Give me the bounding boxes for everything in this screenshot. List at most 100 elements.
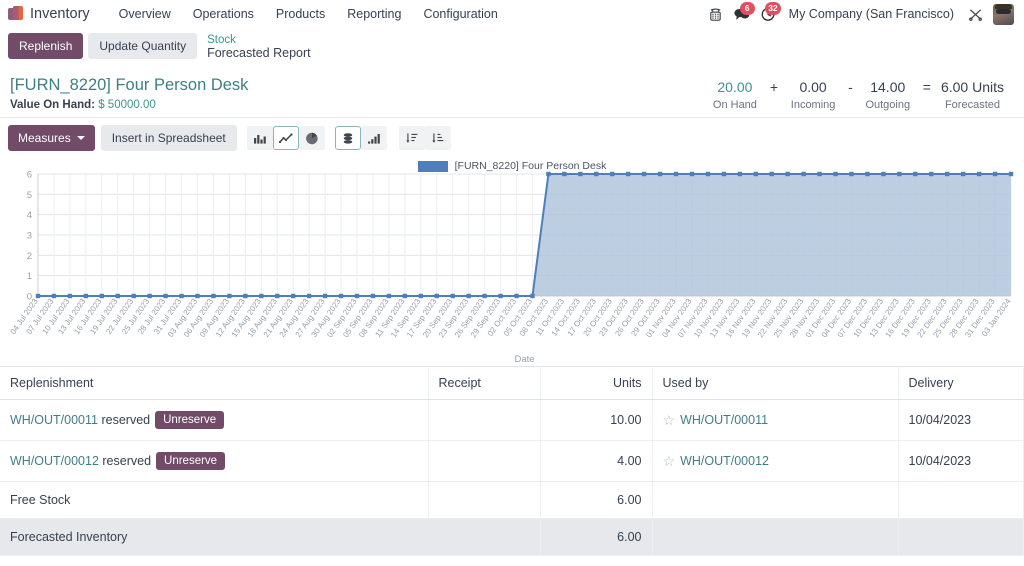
used-by-link[interactable]: WH/OUT/00011	[680, 413, 768, 427]
cell-units: 6.00	[540, 482, 652, 519]
replenish-button[interactable]: Replenish	[8, 33, 83, 59]
operator-equals: =	[919, 78, 935, 96]
cell-delivery	[898, 519, 1024, 556]
table-head: Replenishment Receipt Units Used by Deli…	[0, 367, 1024, 400]
cell-replenishment: WH/OUT/00011 reservedUnreserve	[0, 400, 428, 441]
chat-bubble-icon[interactable]: 6	[729, 3, 755, 25]
table-row[interactable]: WH/OUT/00012 reservedUnreserve 4.00 ☆ WH/OU…	[0, 441, 1024, 482]
update-quantity-button[interactable]: Update Quantity	[88, 33, 197, 59]
insert-in-spreadsheet-button[interactable]: Insert in Spreadsheet	[101, 125, 237, 151]
menu-item-products[interactable]: Products	[265, 3, 336, 25]
messages-badge: 6	[740, 2, 755, 15]
page-title[interactable]: [FURN_8220] Four Person Desk	[10, 76, 704, 95]
menu-item-operations[interactable]: Operations	[182, 3, 265, 25]
cell-used-by: ☆ WH/OUT/00012	[652, 441, 898, 482]
column-header-used-by[interactable]: Used by	[652, 367, 898, 400]
stat-forecasted-value: 6.00 Units	[941, 78, 1004, 96]
sort-ascending-icon[interactable]	[425, 126, 451, 150]
bar-chart-icon[interactable]	[247, 126, 273, 150]
forecast-table: Replenishment Receipt Units Used by Deli…	[0, 366, 1024, 556]
replenishment-link[interactable]: WH/OUT/00011	[10, 413, 98, 427]
app-name[interactable]: Inventory	[30, 6, 90, 22]
cell-receipt	[428, 482, 540, 519]
svg-text:5: 5	[27, 190, 32, 201]
stacked-icon[interactable]	[335, 126, 361, 150]
cell-receipt	[428, 441, 540, 482]
pie-chart-icon[interactable]	[299, 126, 325, 150]
chevron-down-icon	[77, 136, 85, 140]
main-menu: Overview Operations Products Reporting C…	[108, 3, 509, 25]
column-header-receipt[interactable]: Receipt	[428, 367, 540, 400]
measures-label: Measures	[18, 131, 71, 145]
operator-plus: +	[766, 78, 782, 96]
cell-used-by: ☆ WH/OUT/00011	[652, 400, 898, 441]
sort-group	[399, 126, 451, 150]
cell-replenishment: Free Stock	[0, 482, 428, 519]
bug-tools-icon[interactable]	[962, 3, 988, 25]
svg-text:Date: Date	[514, 354, 534, 365]
column-header-units[interactable]: Units	[540, 367, 652, 400]
value-on-hand: Value On Hand: $ 50000.00	[10, 99, 704, 111]
clock-icon[interactable]: 32	[755, 3, 781, 25]
chart-canvas: 012345604 Jul 202307 Jul 202310 Jul 2023…	[8, 162, 1016, 366]
stat-incoming-label: Incoming	[788, 99, 838, 111]
stat-forecasted[interactable]: 6.00 Units Forecasted	[935, 78, 1010, 111]
forecast-chart[interactable]: [FURN_8220] Four Person Desk 012345604 J…	[0, 158, 1024, 366]
column-header-delivery[interactable]: Delivery	[898, 367, 1024, 400]
forecast-header: [FURN_8220] Four Person Desk Value On Ha…	[0, 66, 1024, 117]
stat-outgoing[interactable]: 14.00 Outgoing	[857, 78, 919, 111]
control-panel: Replenish Update Quantity Stock Forecast…	[0, 28, 1024, 66]
menu-item-reporting[interactable]: Reporting	[336, 3, 412, 25]
phone-icon[interactable]	[703, 3, 729, 25]
svg-text:2: 2	[27, 251, 32, 262]
cell-delivery: 10/04/2023	[898, 441, 1024, 482]
chart-type-group	[247, 126, 325, 150]
cell-units: 10.00	[540, 400, 652, 441]
odoo-cube-icon[interactable]	[8, 6, 23, 22]
navbar-right-tools: 6 32 My Company (San Francisco)	[703, 3, 1016, 25]
column-header-replenishment[interactable]: Replenishment	[0, 367, 428, 400]
measures-button[interactable]: Measures	[8, 125, 95, 151]
stat-incoming[interactable]: 0.00 Incoming	[782, 78, 844, 111]
table-body: WH/OUT/00011 reservedUnreserve10.00☆WH/O…	[0, 400, 1024, 556]
stat-on-hand[interactable]: 20.00 On Hand	[704, 78, 766, 111]
used-by-link[interactable]: WH/OUT/00012	[680, 454, 769, 468]
sort-descending-icon[interactable]	[399, 126, 425, 150]
svg-text:6: 6	[27, 170, 32, 181]
avatar[interactable]	[993, 4, 1014, 25]
breadcrumb-current: Forecasted Report	[207, 47, 311, 60]
svg-text:1: 1	[27, 271, 32, 282]
line-chart-icon[interactable]	[273, 126, 299, 150]
cell-replenishment: WH/OUT/00012 reservedUnreserve	[0, 441, 428, 482]
stat-on-hand-value: 20.00	[710, 78, 760, 96]
top-navbar: Inventory Overview Operations Products R…	[0, 0, 1024, 28]
title-block: [FURN_8220] Four Person Desk Value On Ha…	[10, 76, 704, 111]
descending-bars-icon[interactable]	[361, 126, 387, 150]
cell-units: 4.00	[540, 441, 652, 482]
graph-toolbar: Measures Insert in Spreadsheet	[0, 118, 1024, 158]
forecast-table-wrap: Replenishment Receipt Units Used by Deli…	[0, 366, 1024, 556]
menu-item-configuration[interactable]: Configuration	[412, 3, 508, 25]
unreserve-button[interactable]: Unreserve	[156, 452, 225, 470]
table-row[interactable]: Free Stock 6.00	[0, 482, 1024, 519]
unreserve-button[interactable]: Unreserve	[155, 411, 224, 429]
stat-forecasted-label: Forecasted	[941, 99, 1004, 111]
star-icon[interactable]: ☆	[663, 453, 676, 470]
replenishment-link[interactable]: WH/OUT/00012	[10, 454, 99, 468]
star-icon[interactable]: ☆	[663, 412, 676, 429]
value-on-hand-amount: $ 50000.00	[98, 99, 156, 111]
forecast-stats: 20.00 On Hand + 0.00 Incoming - 14.00 Ou…	[704, 76, 1010, 111]
cell-used-by	[652, 482, 898, 519]
activities-badge: 32	[765, 2, 780, 15]
table-row[interactable]: WH/OUT/00011 reservedUnreserve 10.00 ☆ WH/O…	[0, 400, 1024, 441]
operator-minus: -	[844, 78, 857, 96]
company-switcher[interactable]: My Company (San Francisco)	[789, 7, 954, 21]
svg-text:3: 3	[27, 231, 32, 242]
cell-receipt	[428, 400, 540, 441]
table-header-row: Replenishment Receipt Units Used by Deli…	[0, 367, 1024, 400]
table-row[interactable]: Forecasted Inventory6.00	[0, 519, 1024, 556]
cell-delivery	[898, 482, 1024, 519]
svg-text:4: 4	[27, 210, 32, 221]
menu-item-overview[interactable]: Overview	[108, 3, 182, 25]
cell-replenishment: Forecasted Inventory	[0, 519, 540, 556]
